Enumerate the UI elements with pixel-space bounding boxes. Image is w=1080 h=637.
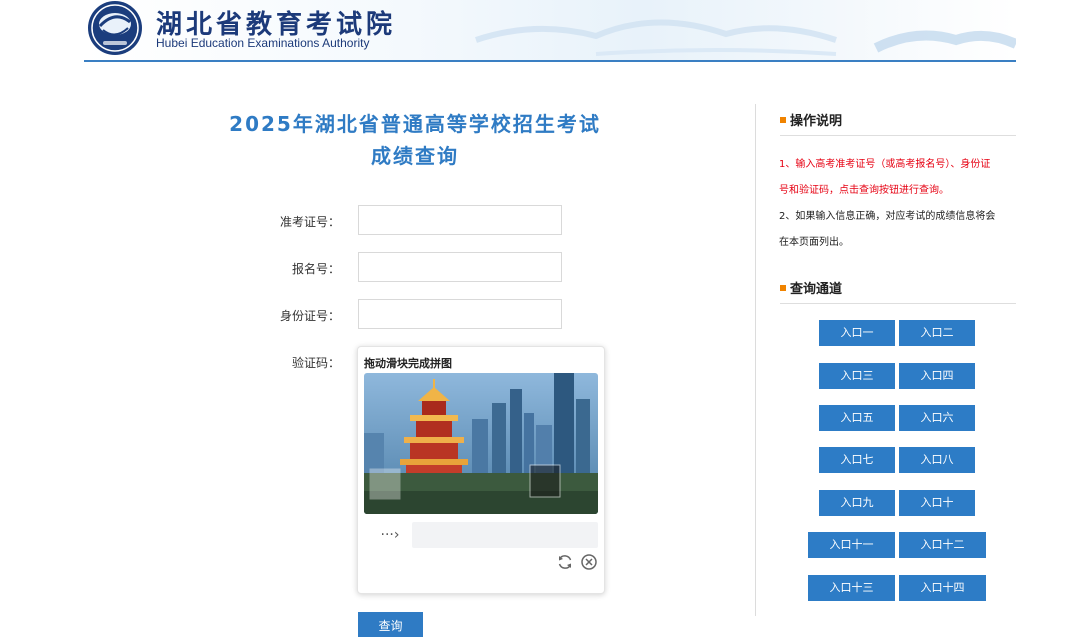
- instruction-line: 1、输入高考准考证号（或高考报名号）、身份证: [779, 159, 991, 170]
- instruction-line: 在本页面列出。: [779, 237, 849, 248]
- entry-button-9[interactable]: 入口九: [819, 490, 895, 516]
- captcha-puzzle-image: [364, 373, 598, 514]
- entry-button-3[interactable]: 入口三: [819, 363, 895, 389]
- page-title-line1: 2025年湖北省普通高等学校招生考试: [229, 112, 601, 136]
- instructions-heading-text: 操作说明: [790, 114, 843, 129]
- refresh-icon[interactable]: [556, 553, 574, 571]
- authority-logo-icon: [88, 1, 142, 55]
- entry-button-13[interactable]: 入口十三: [808, 575, 895, 601]
- entry-button-5[interactable]: 入口五: [819, 405, 895, 431]
- slider-captcha-panel: 拖动滑块完成拼图 ···›: [357, 346, 605, 594]
- orange-bullet-icon: [780, 117, 786, 123]
- page: 湖北省教育考试院 Hubei Education Examinations Au…: [0, 0, 1080, 637]
- entry-button-10[interactable]: 入口十: [899, 490, 975, 516]
- instruction-line: 号和验证码，点击查询按钮进行查询。: [779, 185, 949, 196]
- channels-heading: 查询通道: [780, 274, 1016, 304]
- instruction-line: 2、如果输入信息正确，对应考试的成绩信息将会: [779, 211, 996, 222]
- entry-button-1[interactable]: 入口一: [819, 320, 895, 346]
- site-name-english: Hubei Education Examinations Authority: [156, 36, 370, 50]
- entry-button-2[interactable]: 入口二: [899, 320, 975, 346]
- entry-button-7[interactable]: 入口七: [819, 447, 895, 473]
- exam-number-input[interactable]: [358, 205, 562, 235]
- instructions-heading: 操作说明: [780, 106, 1016, 136]
- column-divider: [755, 104, 756, 616]
- entry-button-14[interactable]: 入口十四: [899, 575, 986, 601]
- channels-heading-text: 查询通道: [790, 282, 843, 297]
- captcha-title: 拖动滑块完成拼图: [364, 357, 452, 370]
- close-icon[interactable]: [580, 553, 598, 571]
- exam-number-label: 准考证号：: [279, 215, 340, 229]
- entry-button-8[interactable]: 入口八: [899, 447, 975, 473]
- page-title-line2: 成绩查询: [371, 144, 459, 168]
- id-number-label: 身份证号：: [279, 309, 340, 323]
- registration-number-label: 报名号：: [291, 262, 340, 276]
- id-number-input[interactable]: [358, 299, 562, 329]
- entry-button-6[interactable]: 入口六: [899, 405, 975, 431]
- slider-track[interactable]: [412, 522, 598, 548]
- slider-handle[interactable]: ···›: [372, 522, 408, 548]
- entry-button-4[interactable]: 入口四: [899, 363, 975, 389]
- page-title: 2025年湖北省普通高等学校招生考试 成绩查询: [200, 108, 630, 172]
- query-button[interactable]: 查询: [358, 612, 423, 637]
- orange-bullet-icon: [780, 285, 786, 291]
- header-clouds-decoration: [475, 19, 1016, 56]
- entry-button-12[interactable]: 入口十二: [899, 532, 986, 558]
- registration-number-input[interactable]: [358, 252, 562, 282]
- entry-button-11[interactable]: 入口十一: [808, 532, 895, 558]
- site-header: 湖北省教育考试院 Hubei Education Examinations Au…: [84, 0, 1016, 62]
- captcha-label: 验证码：: [291, 356, 340, 370]
